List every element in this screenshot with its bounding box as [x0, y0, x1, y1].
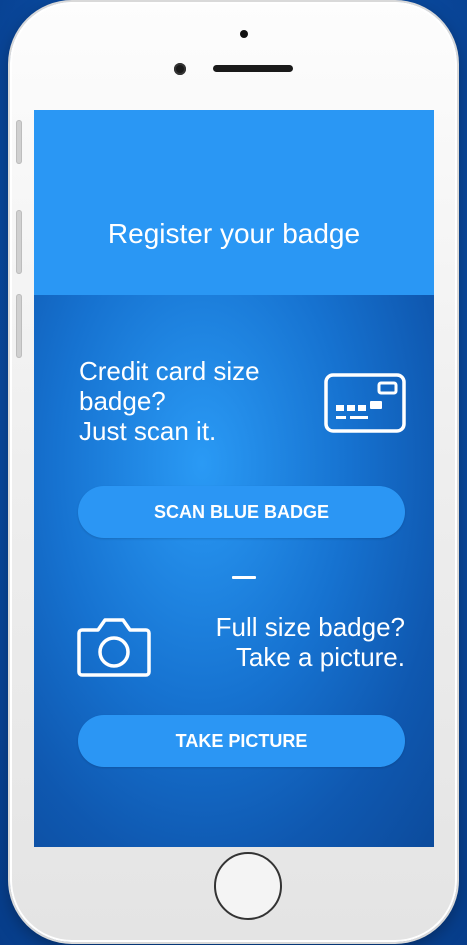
scan-blue-badge-button[interactable]: SCAN BLUE BADGE — [78, 486, 405, 538]
app-screen: Register your badge Credit card size bad… — [34, 110, 434, 847]
volume-down-button — [16, 294, 22, 358]
scan-description: Credit card size badge? Just scan it. — [79, 356, 260, 446]
volume-up-button — [16, 210, 22, 274]
credit-card-icon — [324, 373, 406, 433]
scan-line-3: Just scan it. — [79, 416, 217, 446]
home-button[interactable] — [214, 852, 282, 920]
scan-line-2: badge? — [79, 386, 166, 416]
section-divider — [232, 576, 256, 579]
take-picture-button[interactable]: TAKE PICTURE — [78, 715, 405, 767]
picture-line-1: Full size badge? — [215, 612, 405, 642]
scan-line-1: Credit card size — [79, 356, 260, 386]
front-camera — [174, 63, 186, 75]
camera-icon — [77, 618, 151, 677]
mute-switch — [16, 120, 22, 164]
picture-description: Full size badge? Take a picture. — [216, 612, 405, 672]
proximity-sensor — [240, 30, 248, 38]
page-title: Register your badge — [107, 218, 361, 249]
earpiece-speaker — [213, 65, 293, 72]
picture-line-2: Take a picture. — [235, 642, 405, 672]
header-bar: Register your badge — [34, 110, 434, 295]
